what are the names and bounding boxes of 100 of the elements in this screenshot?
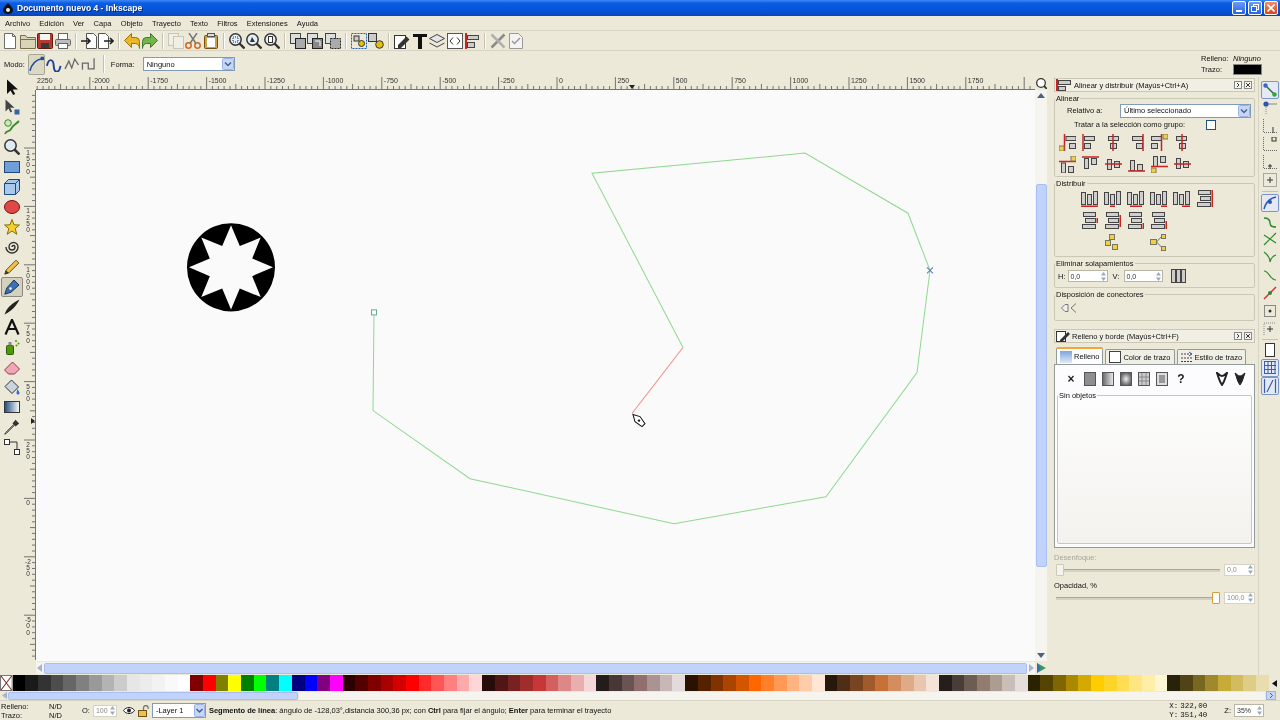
tool-button[interactable] [1,177,23,197]
tool-button[interactable] [1,437,23,457]
distribute-icon[interactable] [1173,190,1190,207]
align-icon[interactable] [1105,156,1122,173]
checkbox[interactable] [1206,119,1216,130]
color-swatch[interactable] [672,675,686,691]
close-panel-button[interactable] [1244,81,1252,89]
distribute-icon[interactable] [1081,190,1098,207]
clipboard-icon[interactable] [202,32,219,49]
zoom-icon[interactable] [263,32,280,49]
color-swatch[interactable] [63,675,77,691]
fill-stroke-icon[interactable] [394,32,410,49]
pattern-icon[interactable] [1138,372,1150,386]
align-icon[interactable] [1151,156,1168,173]
close-button[interactable] [1264,1,1278,15]
slider-thumb[interactable] [1212,591,1220,604]
document-properties-icon[interactable] [507,32,524,49]
zoom-icon[interactable] [246,32,262,49]
align-icon[interactable] [1105,134,1122,151]
color-swatch[interactable] [1167,675,1180,691]
color-swatch[interactable] [761,675,774,691]
color-swatch[interactable] [114,675,127,691]
tool-button[interactable] [1,137,23,157]
radial-gradient-icon[interactable] [1120,372,1132,386]
color-swatch[interactable] [837,675,851,691]
color-swatch[interactable] [469,675,483,691]
printer-icon[interactable] [54,32,71,49]
iconify-button[interactable] [1234,332,1242,340]
color-swatch[interactable] [1091,675,1104,691]
folder-icon[interactable] [19,32,36,49]
distribute-icon[interactable] [1127,190,1144,207]
remove-overlaps-icon[interactable] [1170,269,1186,283]
align-icon[interactable] [1151,134,1168,151]
new-page-icon[interactable] [2,32,18,49]
redo-arrow-icon[interactable] [141,32,158,49]
color-swatch[interactable] [1053,675,1066,691]
swatch-icon[interactable] [1156,372,1168,386]
color-swatch[interactable] [228,675,242,691]
layers-icon[interactable] [429,32,445,49]
color-swatch[interactable] [76,675,89,691]
align-icon[interactable] [1059,134,1076,151]
mode-button[interactable] [27,53,46,75]
flat-color-icon[interactable] [1084,372,1096,386]
color-swatch[interactable] [1015,675,1028,691]
close-panel-button[interactable] [1244,332,1252,340]
color-swatch[interactable] [520,675,533,691]
zoom-icon[interactable] [228,32,245,49]
minimize-button[interactable] [1232,1,1246,15]
color-swatch[interactable] [596,675,609,691]
color-swatch[interactable] [888,675,901,691]
scroll-up-arrow-icon[interactable] [1037,93,1045,98]
nonzero-fill-icon[interactable] [1234,372,1246,386]
align-icon[interactable] [1059,156,1076,173]
linear-gradient-icon[interactable] [1102,372,1114,386]
scrollbar-thumb[interactable] [8,691,298,700]
distribute-icon[interactable] [1104,212,1121,229]
eye-icon[interactable] [122,706,135,715]
align-icon[interactable] [464,32,480,49]
distribute-icon[interactable] [1196,190,1213,207]
color-swatch[interactable] [444,675,457,691]
text-icon[interactable] [411,32,428,49]
color-swatch[interactable] [317,675,330,691]
stroke-color-swatch[interactable] [1233,63,1262,75]
stacked-squares-icon[interactable] [289,32,306,49]
color-swatch[interactable] [25,675,39,691]
distribute-icon[interactable] [1127,212,1144,229]
color-swatch[interactable] [850,675,863,691]
restore-button[interactable] [1248,1,1262,15]
color-swatch[interactable] [38,675,51,691]
distribute-icon[interactable] [1150,212,1167,229]
color-swatch[interactable] [152,675,165,691]
color-swatch[interactable] [393,675,406,691]
color-swatch[interactable] [1243,675,1257,691]
color-swatch[interactable] [203,675,216,691]
color-swatch[interactable] [431,675,445,691]
ungroup-icon[interactable] [368,32,384,49]
color-swatch[interactable] [1129,675,1142,691]
scroll-right-arrow-icon[interactable] [1266,691,1276,700]
stacked-squares-icon[interactable] [324,32,341,49]
stacked-squares-icon[interactable] [307,32,323,49]
xml-editor-icon[interactable] [446,32,463,49]
palette-menu-arrow-icon[interactable] [1271,679,1277,687]
distribute-icon[interactable] [1150,190,1167,207]
color-swatch[interactable] [609,675,622,691]
color-swatch[interactable] [241,675,254,691]
scissors-icon[interactable] [185,32,201,49]
unset-paint-button[interactable]: ? [1174,371,1188,387]
import-icon[interactable] [80,32,97,49]
color-swatch[interactable] [266,675,280,691]
color-swatch[interactable] [1205,675,1218,691]
padlock-open-icon[interactable] [137,704,149,717]
color-swatch[interactable] [1218,675,1231,691]
tool-button[interactable] [1,197,23,217]
iconify-button[interactable] [1234,81,1242,89]
zoom-icon[interactable] [1035,78,1047,89]
distribute-icon[interactable] [1104,234,1121,251]
scroll-left-arrow-icon[interactable] [37,664,42,672]
color-swatch[interactable] [964,675,977,691]
color-swatch[interactable] [1256,675,1269,691]
scrollbar-thumb[interactable] [1035,184,1047,567]
